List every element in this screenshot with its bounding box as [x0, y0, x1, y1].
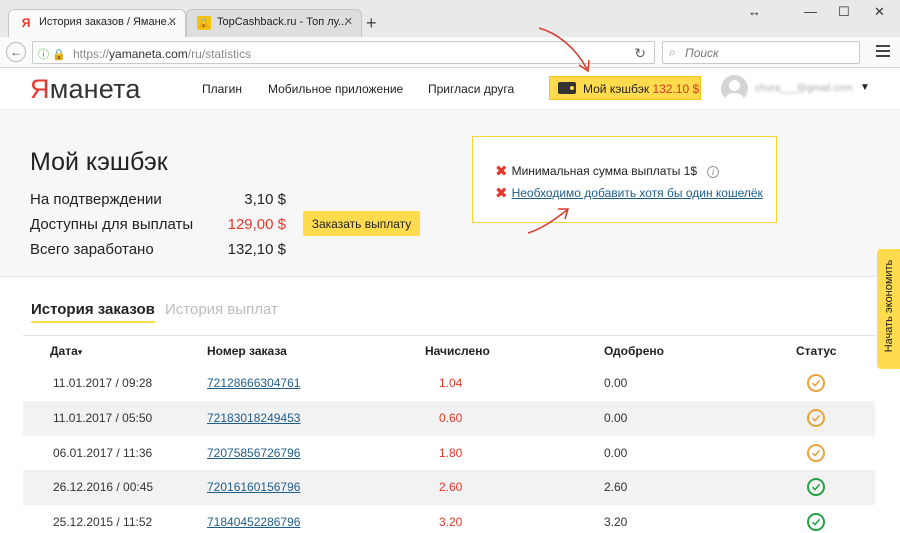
order-number: 72075856726796 — [207, 446, 300, 460]
column-header-accrued[interactable]: Начислено — [425, 344, 490, 358]
available-value: 129,00 $ — [227, 216, 286, 233]
add-wallet-warning: ✖ Необходимо добавить хотя бы один кошелё… — [495, 184, 763, 202]
order-number-link[interactable]: 72075856726796 — [207, 446, 300, 460]
balance-panel: Мой кэшбэк На подтверждении 3,10 $ Досту… — [0, 110, 900, 277]
tab-payout-history[interactable]: История выплат — [165, 301, 278, 318]
total-earned-label: Всего заработано — [30, 241, 154, 258]
search-input[interactable] — [685, 44, 855, 61]
chevron-down-icon[interactable]: ▼ — [860, 82, 870, 93]
info-icon[interactable]: i — [707, 166, 720, 178]
column-header-order[interactable]: Номер заказа — [207, 344, 287, 358]
yandex-favicon-icon: Я — [21, 16, 31, 30]
browser-tab-strip: Я История заказов / Ямане... ✕ 🔒 TopCash… — [0, 0, 900, 37]
nav-mobile-app[interactable]: Мобильное приложение — [268, 82, 403, 96]
site-header: Яманета Плагин Мобильное приложение Приг… — [0, 68, 900, 110]
secure-lock-icon: ⓘ 🔒 — [38, 49, 66, 61]
order-number-link[interactable]: 72128666304761 — [207, 376, 300, 390]
my-cashback-button[interactable]: Мой кэшбэк 132.10 $ — [549, 76, 701, 100]
order-date: 06.01.2017 / 11:36 — [53, 446, 153, 460]
wallet-icon — [558, 82, 576, 94]
cashback-label: Мой кэшбэк — [583, 82, 650, 96]
table-row: 11.01.2017 / 05:50 72183018249453 0.60 0.00 — [23, 401, 875, 436]
pending-check-icon — [807, 409, 825, 427]
cashback-amount: 132.10 $ — [652, 82, 700, 96]
search-icon: ⌕ — [669, 45, 676, 59]
approved-amount: 0.00 — [604, 411, 628, 425]
payout-requirements-box: ✖ Минимальная сумма выплаты 1$ i ✖ Необходи… — [472, 136, 777, 223]
order-number: 72128666304761 — [207, 376, 300, 390]
back-button[interactable]: ← — [6, 42, 26, 62]
order-number-link[interactable]: 72016160156796 — [207, 480, 300, 494]
page-title: Мой кэшбэк — [30, 148, 168, 176]
close-tab-icon[interactable]: ✕ — [344, 15, 353, 28]
available-label: Доступны для выплаты — [30, 216, 194, 233]
request-payout-button[interactable]: Заказать выплату — [303, 211, 420, 236]
browser-tab-title: История заказов / Ямане... — [39, 16, 176, 28]
browser-search[interactable]: ⌕ — [662, 41, 860, 64]
order-number: 71840452286796 — [207, 515, 300, 529]
accrued-amount: 0.60 — [439, 411, 463, 425]
sort-desc-icon: ▾ — [77, 347, 83, 357]
order-date: 26.12.2016 / 00:45 — [53, 480, 154, 494]
pending-check-icon — [807, 374, 825, 392]
table-row: 26.12.2016 / 00:45 72016160156796 2.60 2.60 — [23, 470, 875, 505]
order-date: 25.12.2015 / 11:52 — [53, 515, 153, 529]
accrued-amount: 1.80 — [439, 446, 463, 460]
close-tab-icon[interactable]: ✕ — [168, 15, 177, 28]
lock-favicon-icon: 🔒 — [197, 16, 211, 30]
user-email[interactable]: chura___@gmail.com — [755, 83, 852, 94]
order-number: 72183018249453 — [207, 411, 300, 425]
table-row: 11.01.2017 / 09:28 72128666304761 1.04 0.00 — [23, 366, 875, 401]
minimize-button[interactable]: — — [804, 4, 817, 19]
accrued-amount: 2.60 — [439, 480, 463, 494]
order-number: 72016160156796 — [207, 480, 300, 494]
pending-check-icon — [807, 444, 825, 462]
user-avatar[interactable] — [721, 75, 748, 102]
column-header-status[interactable]: Статус — [796, 344, 836, 358]
accrued-amount: 3.20 — [439, 515, 463, 529]
order-number-link[interactable]: 71840452286796 — [207, 515, 300, 529]
add-wallet-link[interactable]: Необходимо добавить хотя бы один кошелёк — [512, 186, 763, 200]
hamburger-menu-icon[interactable] — [876, 45, 890, 60]
browser-tab-topcashback[interactable]: 🔒 TopCashback.ru - Топ лу... ✕ — [186, 9, 362, 37]
table-row: 06.01.2017 / 11:36 72075856726796 1.80 0.00 — [23, 436, 875, 471]
close-window-button[interactable]: ✕ — [874, 4, 885, 20]
start-saving-label: Начать экономить — [883, 259, 895, 353]
maximize-button[interactable]: ☐ — [838, 4, 850, 20]
reload-icon[interactable]: ↻ — [634, 45, 646, 62]
approved-amount: 0.00 — [604, 446, 628, 460]
order-date: 11.01.2017 / 09:28 — [53, 376, 153, 390]
order-date: 11.01.2017 / 05:50 — [53, 411, 153, 425]
total-earned-value: 132,10 $ — [227, 241, 286, 258]
address-bar[interactable]: ⓘ 🔒 https://yamaneta.com/ru/statistics ↻ — [32, 41, 655, 64]
browser-toolbar: ← ⓘ 🔒 https://yamaneta.com/ru/statistics… — [0, 37, 900, 68]
browser-tab-yamaneta[interactable]: Я История заказов / Ямане... ✕ — [8, 9, 186, 37]
pending-value: 3,10 $ — [244, 191, 286, 208]
logo[interactable]: Яманета — [30, 74, 141, 105]
resize-icon[interactable]: ↔ — [748, 4, 761, 19]
nav-invite-friend[interactable]: Пригласи друга — [428, 82, 514, 96]
column-header-approved[interactable]: Одобрено — [604, 344, 664, 358]
pending-label: На подтверждении — [30, 191, 162, 208]
min-payout-warning: ✖ Минимальная сумма выплаты 1$ i — [495, 162, 720, 180]
approved-amount: 0.00 — [604, 376, 628, 390]
approved-amount: 2.60 — [604, 480, 628, 494]
nav-plugin[interactable]: Плагин — [202, 82, 242, 96]
cross-icon: ✖ — [495, 163, 508, 180]
tab-order-history[interactable]: История заказов — [31, 301, 155, 323]
cross-icon: ✖ — [495, 185, 508, 202]
column-header-date[interactable]: Дата▾ — [50, 344, 82, 358]
divider — [23, 335, 875, 336]
url-text: https://yamaneta.com/ru/statistics — [73, 47, 252, 61]
order-number-link[interactable]: 72183018249453 — [207, 411, 300, 425]
table-row: 25.12.2015 / 11:52 71840452286796 3.20 3.20 — [23, 505, 875, 533]
approved-check-icon — [807, 478, 825, 496]
approved-amount: 3.20 — [604, 515, 628, 529]
start-saving-tab[interactable]: Начать экономить — [877, 249, 900, 369]
accrued-amount: 1.04 — [439, 376, 463, 390]
browser-tab-title: TopCashback.ru - Топ лу... — [217, 16, 348, 28]
approved-check-icon — [807, 513, 825, 531]
new-tab-button[interactable]: + — [366, 14, 377, 32]
